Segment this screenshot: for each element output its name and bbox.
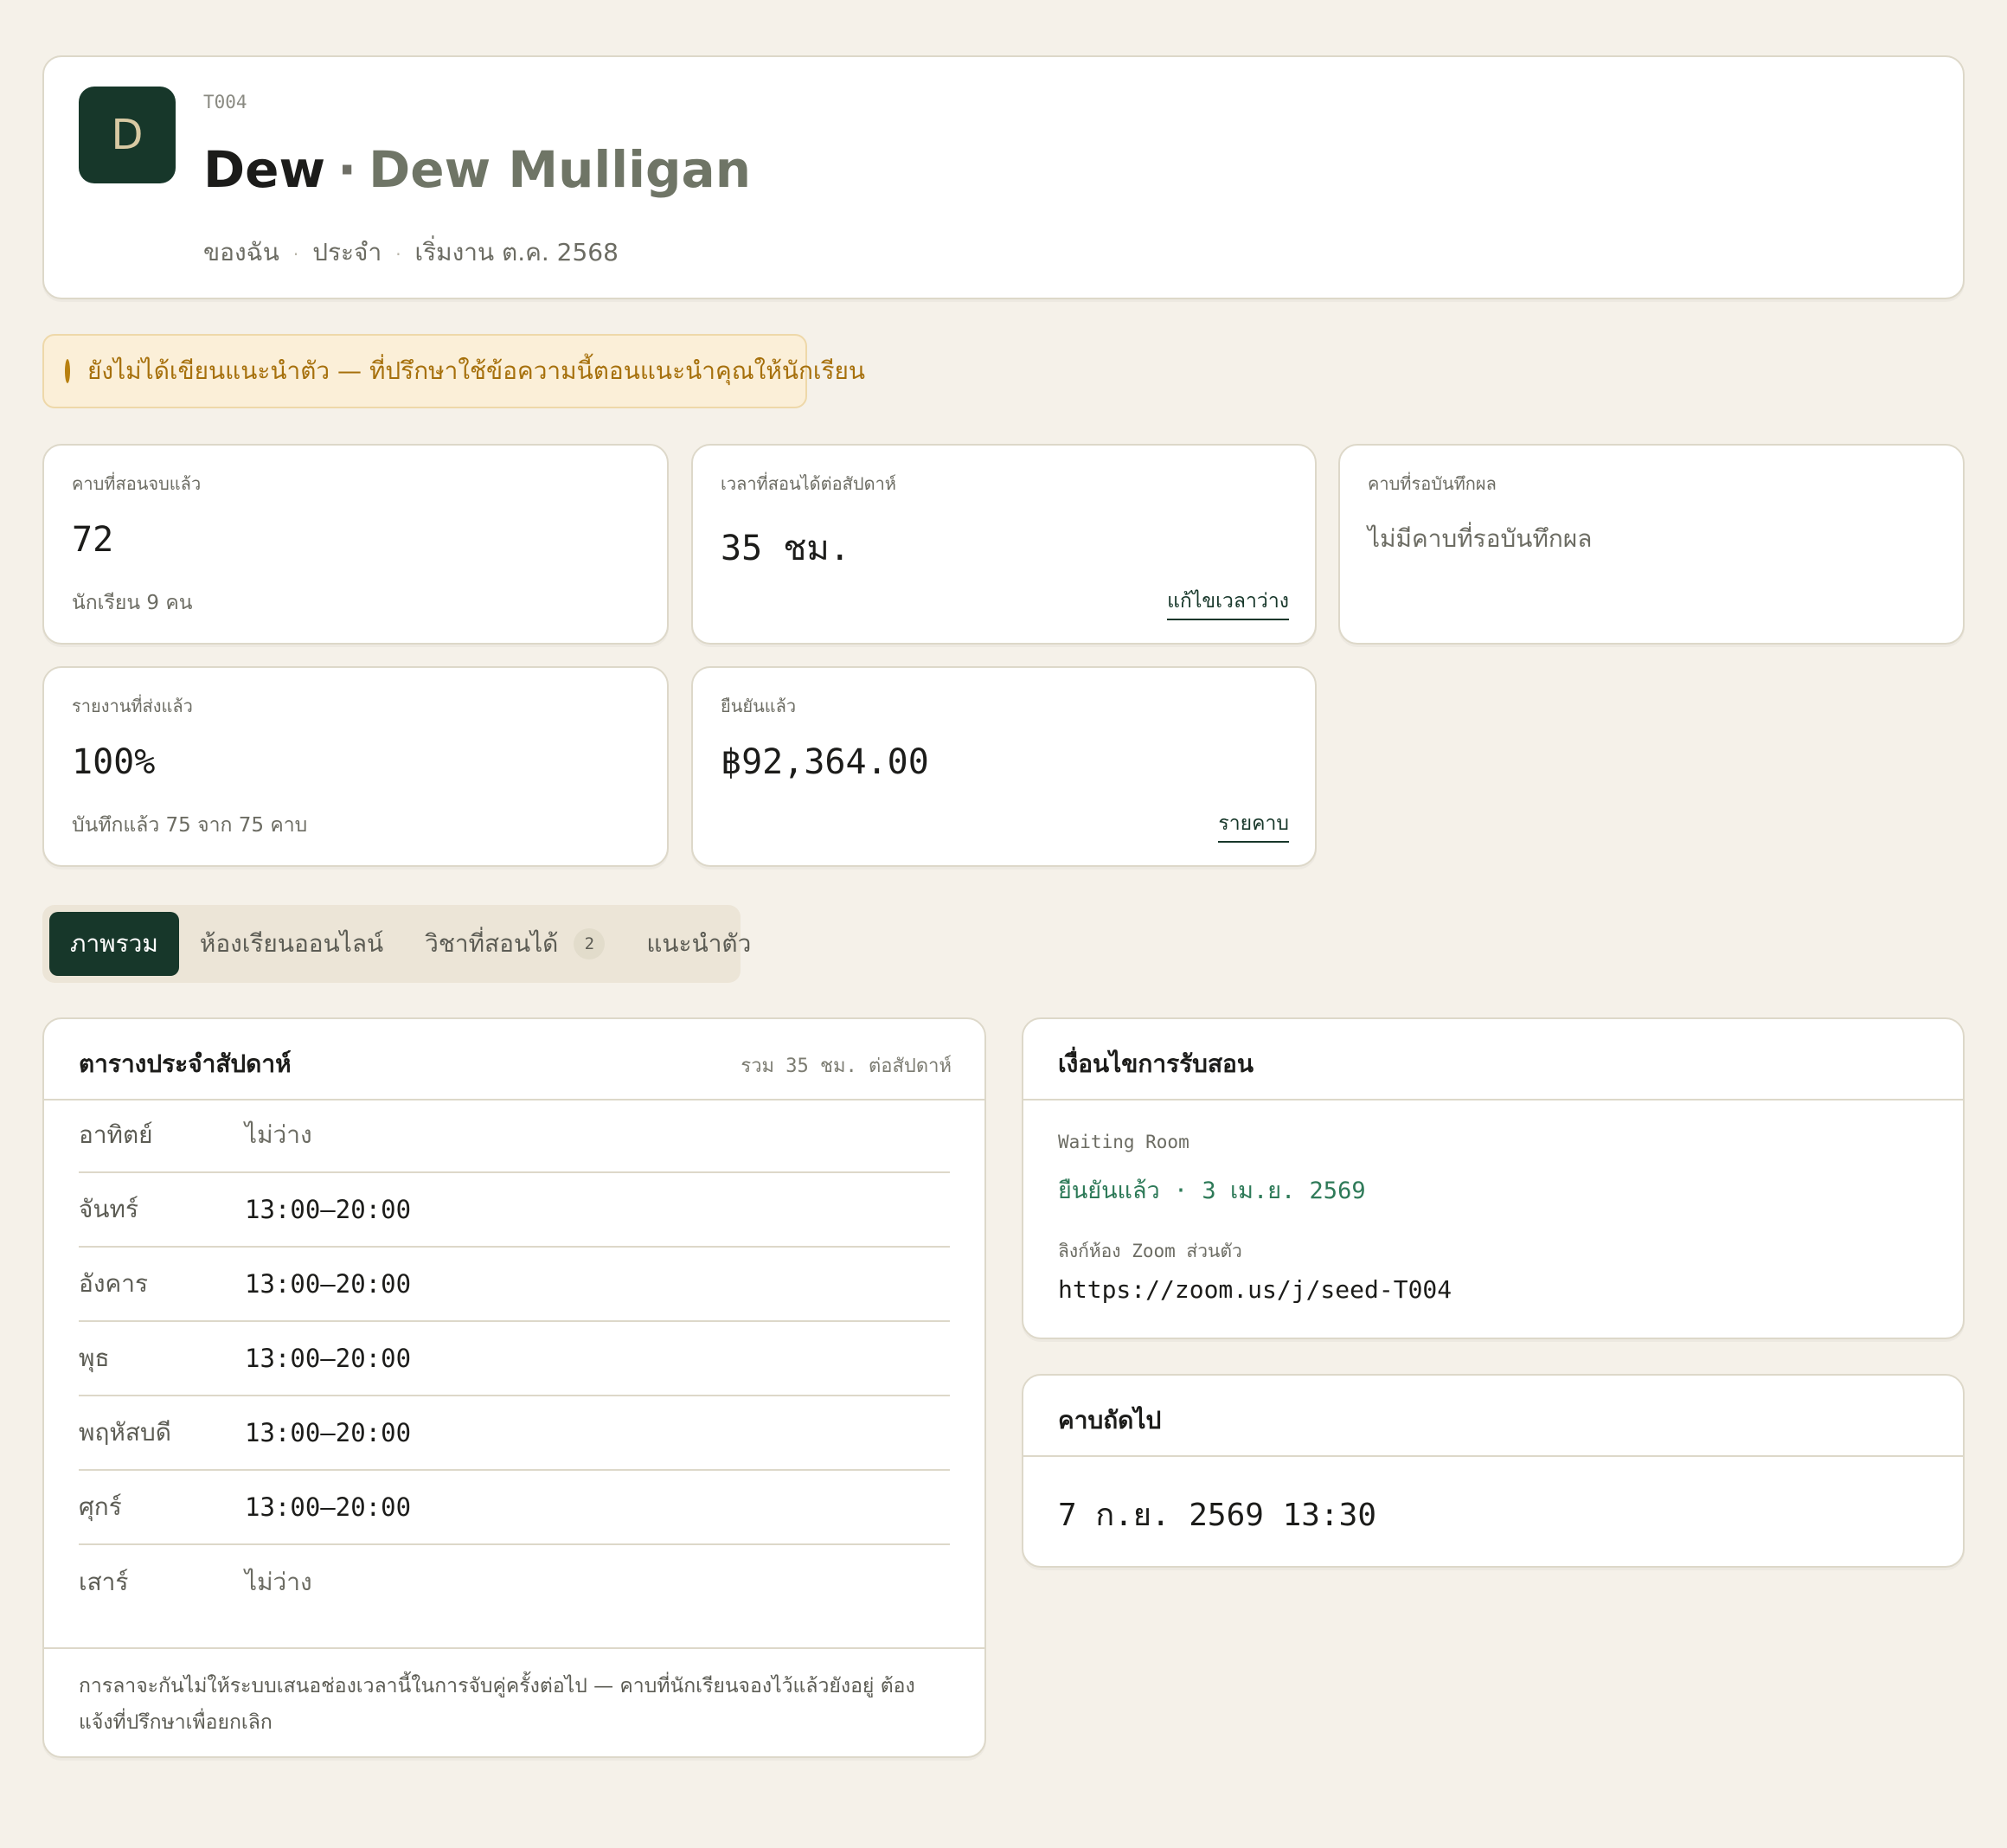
time-range: 13:00–20:00: [245, 1344, 412, 1373]
schedule-rows: อาทิตย์ ไม่ว่าง จันทร์ 13:00–20:00 อังคาร 1…: [79, 1099, 950, 1620]
zoom-link[interactable]: https://zoom.us/j/seed-T004: [1058, 1275, 1452, 1304]
meta-start: เริ่มงาน ต.ค. 2568: [414, 238, 619, 266]
next-session-card: คาบถัดไป 7 ก.ย. 2569 13:30: [1022, 1374, 1965, 1568]
stat-confirmed-earnings: ยืนยันแล้ว ฿92,364.00 รายคาบ: [691, 666, 1317, 867]
schedule-total: รวม 35 ชม. ต่อสัปดาห์: [741, 1056, 952, 1077]
waiting-room-label: Waiting Room: [1058, 1132, 1189, 1152]
card-header: ตารางประจำสัปดาห์ รวม 35 ชม. ต่อสัปดาห์: [44, 1019, 984, 1100]
avatar: D: [79, 87, 176, 183]
time-range: 13:00–20:00: [245, 1195, 412, 1224]
schedule-row: อังคาร 13:00–20:00: [79, 1248, 950, 1322]
card-title: เงื่อนไขการรับสอน: [1058, 1049, 1254, 1078]
day-label: อังคาร: [79, 1269, 148, 1298]
stat-label: รายงานที่ส่งแล้ว: [72, 696, 193, 716]
stat-label: เวลาที่สอนได้ต่อสัปดาห์: [721, 473, 896, 494]
zoom-link-label: ลิงก์ห้อง Zoom ส่วนตัว: [1058, 1241, 1242, 1261]
waiting-room-status: ยืนยันแล้ว · 3 เม.ย. 2569: [1058, 1177, 1366, 1204]
tab-subjects[interactable]: วิชาที่สอนได้ 2: [404, 912, 625, 976]
schedule-row: พฤหัสบดี 13:00–20:00: [79, 1396, 950, 1471]
card-title: ตารางประจำสัปดาห์: [79, 1049, 292, 1078]
meta-type: ประจำ: [312, 238, 382, 266]
stat-weekly-hours: เวลาที่สอนได้ต่อสัปดาห์ 35 ชม. แก้ไขเวลา…: [691, 444, 1317, 645]
schedule-row: พุธ 13:00–20:00: [79, 1322, 950, 1396]
schedule-footer: การลาจะกันไม่ให้ระบบเสนอช่องเวลานี้ในการ…: [44, 1647, 984, 1734]
day-label: จันทร์: [79, 1195, 139, 1223]
stat-label: คาบที่สอนจบแล้ว: [72, 473, 202, 494]
card-header: เงื่อนไขการรับสอน: [1023, 1019, 1963, 1100]
day-label: พฤหัสบดี: [79, 1418, 171, 1447]
stat-sub: นักเรียน 9 คน: [72, 592, 193, 614]
stat-value: 100%: [72, 742, 156, 782]
per-session-link[interactable]: รายคาบ: [1218, 808, 1289, 843]
tab-overview[interactable]: ภาพรวม: [49, 912, 179, 976]
title-separator: ·: [337, 140, 357, 199]
alert-text: ยังไม่ได้เขียนแนะนำตัว — ที่ปรึกษาใช้ข้อ…: [87, 356, 866, 385]
schedule-row: ศุกร์ 13:00–20:00: [79, 1471, 950, 1545]
stat-sub: บันทึกแล้ว 75 จาก 75 คาบ: [72, 814, 308, 837]
meta-dot: ·: [292, 244, 299, 265]
page-title: Dew · Dew Mulligan: [203, 140, 751, 199]
stat-label: คาบที่รอบันทึกผล: [1368, 473, 1497, 494]
card-title: คาบถัดไป: [1058, 1406, 1162, 1434]
stat-value: 72: [72, 520, 114, 560]
tab-bar: ภาพรวม ห้องเรียนออนไลน์ วิชาที่สอนได้ 2 แ…: [42, 905, 751, 983]
edit-availability-link[interactable]: แก้ไขเวลาว่าง: [1167, 586, 1289, 620]
stat-submitted-reports: รายงานที่ส่งแล้ว 100% บันทึกแล้ว 75 จาก …: [42, 666, 669, 867]
count-badge: 2: [574, 928, 606, 959]
stat-value: 35 ชม.: [721, 529, 850, 568]
nickname: Dew: [203, 140, 326, 199]
day-label: พุธ: [79, 1344, 110, 1372]
tab-online-classroom[interactable]: ห้องเรียนออนไลน์: [179, 912, 404, 976]
stat-completed-sessions: คาบที่สอนจบแล้ว 72 นักเรียน 9 คน: [42, 444, 669, 645]
meta-owner: ของฉัน: [203, 238, 279, 266]
tab-introduction[interactable]: แนะนำตัว: [625, 912, 772, 976]
meta-dot: ·: [395, 244, 401, 265]
time-range: 13:00–20:00: [245, 1418, 412, 1447]
time-range: 13:00–20:00: [245, 1492, 412, 1522]
full-name: Dew Mulligan: [369, 140, 751, 199]
leave-note: การลาจะกันไม่ให้ระบบเสนอช่องเวลานี้ในการ…: [79, 1675, 915, 1734]
schedule-row: จันทร์ 13:00–20:00: [79, 1173, 950, 1248]
teacher-code: T004: [203, 92, 247, 112]
card-header: คาบถัดไป: [1023, 1376, 1963, 1457]
time-range: ไม่ว่าง: [245, 1568, 312, 1596]
schedule-row: อาทิตย์ ไม่ว่าง: [79, 1099, 950, 1173]
stat-pending-reports: คาบที่รอบันทึกผล ไม่มีคาบที่รอบันทึกผล: [1338, 444, 1965, 645]
next-session-datetime: 7 ก.ย. 2569 13:30: [1058, 1498, 1376, 1533]
schedule-row: เสาร์ ไม่ว่าง: [79, 1545, 950, 1620]
intro-missing-alert[interactable]: ยังไม่ได้เขียนแนะนำตัว — ที่ปรึกษาใช้ข้อ…: [42, 334, 865, 408]
day-label: อาทิตย์: [79, 1120, 153, 1149]
time-range: 13:00–20:00: [245, 1269, 412, 1299]
stat-empty-text: ไม่มีคาบที่รอบันทึกผล: [1368, 524, 1593, 553]
circle-outline-icon: [65, 359, 70, 383]
teaching-conditions-card: เงื่อนไขการรับสอน Waiting Room ยืนยันแล้…: [1022, 1017, 1965, 1339]
profile-meta: ของฉัน · ประจำ · เริ่มงาน ต.ค. 2568: [203, 234, 619, 272]
day-label: เสาร์: [79, 1568, 129, 1596]
day-label: ศุกร์: [79, 1492, 122, 1521]
time-range: ไม่ว่าง: [245, 1120, 312, 1149]
stat-value: ฿92,364.00: [721, 742, 929, 782]
stat-label: ยืนยันแล้ว: [721, 696, 797, 716]
profile-header: D T004 Dew · Dew Mulligan ของฉัน · ประจำ · เริ…: [42, 55, 1965, 299]
weekly-schedule-card: ตารางประจำสัปดาห์ รวม 35 ชม. ต่อสัปดาห์ …: [42, 1017, 986, 1758]
